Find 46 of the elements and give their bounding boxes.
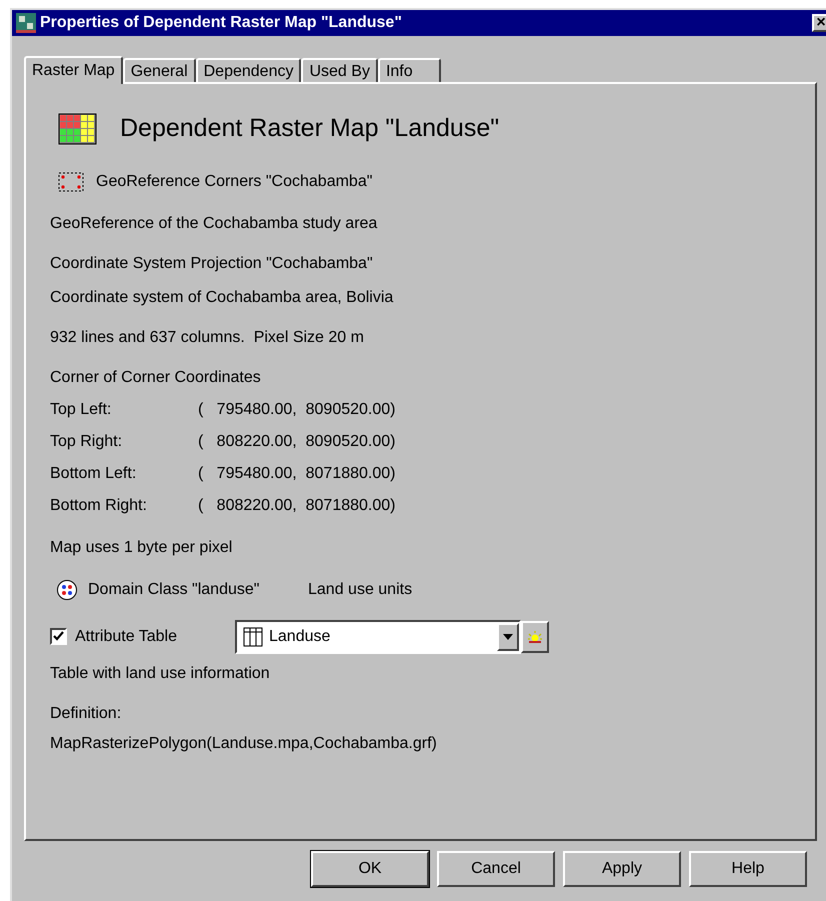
table-icon [243, 626, 263, 646]
corner-value: ( 795480.00, 8090520.00) [198, 400, 396, 420]
check-icon [53, 631, 64, 642]
corner-value: ( 795480.00, 8071880.00) [198, 464, 396, 484]
attribute-table-checkbox[interactable] [50, 628, 67, 645]
tab[interactable]: Raster Map [24, 56, 123, 84]
size-info: 932 lines and 637 columns. Pixel Size 20 m [50, 328, 365, 348]
tab[interactable]: Used By [301, 58, 378, 82]
definition-expression: MapRasterizePolygon(Landuse.mpa,Cochabamba.grf) [50, 734, 438, 754]
corner-label: Top Right: [50, 432, 124, 452]
coordinate-system-description: Coordinate system of Cochabamba area, Bolivia [50, 288, 394, 308]
create-table-button[interactable] [521, 620, 549, 652]
dialog-button[interactable]: Help [689, 851, 807, 887]
attribute-table-dropdown[interactable]: Landuse [235, 620, 521, 654]
georeference-name: GeoReference Corners "Cochabamba" [96, 172, 372, 192]
app-icon [16, 13, 36, 33]
corner-value: ( 808220.00, 8071880.00) [198, 496, 396, 516]
dialog-button[interactable]: Apply [563, 851, 681, 887]
domain-icon [56, 578, 78, 600]
attribute-table-description: Table with land use information [50, 664, 271, 684]
tab[interactable]: Info [378, 58, 441, 82]
caret-icon [503, 634, 513, 640]
georeference-icon [58, 172, 84, 192]
storage-info: Map uses 1 byte per pixel [50, 538, 234, 558]
corner-label: Bottom Right: [50, 496, 148, 516]
dropdown-arrow-button[interactable] [497, 622, 519, 650]
raster-map-icon [58, 112, 98, 145]
domain-description: Land use units [308, 580, 412, 600]
window-title: Properties of Dependent Raster Map "Landuse" [40, 13, 402, 33]
corner-value: ( 808220.00, 8090520.00) [198, 432, 396, 452]
attribute-table-label: Attribute Table [75, 626, 177, 646]
domain-name: Domain Class "landuse" [88, 580, 260, 600]
map-heading: Dependent Raster Map "Landuse" [120, 113, 500, 144]
tab[interactable]: General [122, 58, 196, 82]
coordinate-system-name: Coordinate System Projection "Cochabamba" [50, 254, 374, 274]
dropdown-value: Landuse [269, 626, 332, 646]
georeference-description: GeoReference of the Cochabamba study area [50, 214, 378, 234]
corner-label: Bottom Left: [50, 464, 138, 484]
close-button[interactable]: × [812, 14, 826, 32]
dialog-button[interactable]: Cancel [437, 851, 555, 887]
sun-icon [527, 630, 543, 644]
definition-label: Definition: [50, 704, 122, 724]
corner-label: Top Left: [50, 400, 112, 420]
corners-title: Corner of Corner Coordinates [50, 368, 262, 388]
tab[interactable]: Dependency [196, 58, 302, 82]
dialog-button[interactable]: OK [311, 851, 429, 887]
